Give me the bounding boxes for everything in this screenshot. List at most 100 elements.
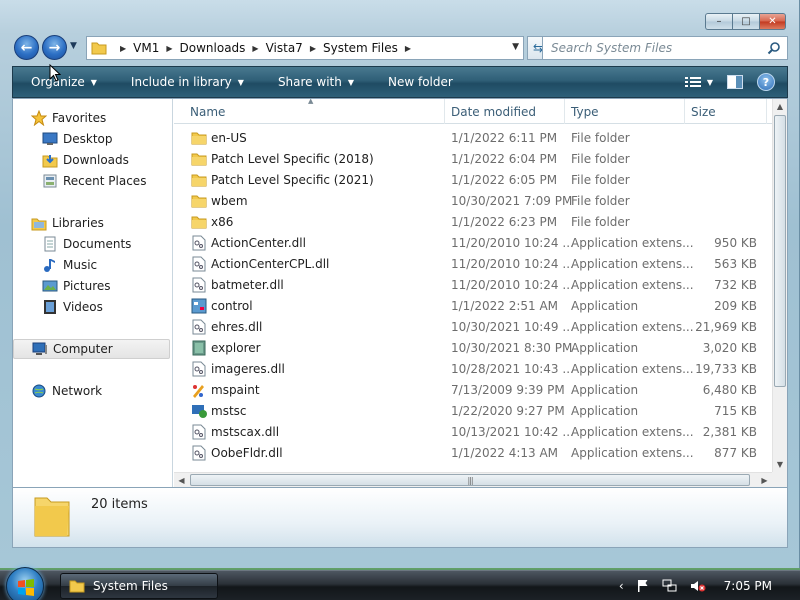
sidebar-item-recent-places[interactable]: Recent Places — [42, 171, 146, 191]
search-input[interactable]: Search System Files — [542, 36, 788, 60]
file-name-cell[interactable]: Patch Level Specific (2021) — [191, 172, 374, 188]
column-header-row: Name ▲ Date modified Type Size — [174, 97, 787, 124]
scroll-down-icon[interactable]: ▼ — [773, 457, 787, 472]
breadcrumb-downloads[interactable]: Downloads ▶ — [180, 41, 266, 55]
share-with-menu[interactable]: Share with ▼ — [260, 67, 370, 97]
clock[interactable]: 7:05 PM — [724, 579, 772, 593]
horizontal-scrollbar[interactable]: ◀ ||| ▶ — [174, 472, 772, 487]
column-header-name[interactable]: Name ▲ — [174, 97, 445, 124]
file-row[interactable]: OobeFldr.dll 1/1/2022 4:13 AM Application … — [174, 442, 772, 463]
include-in-library-menu[interactable]: Include in library ▼ — [113, 67, 260, 97]
file-row[interactable]: ActionCenter.dll 11/20/2010 10:24 ... Appl… — [174, 232, 772, 253]
file-row[interactable]: wbem 10/30/2021 7:09 PM File folder — [174, 190, 772, 211]
search-icon[interactable] — [767, 41, 781, 55]
file-date-cell: 11/20/2010 10:24 ... — [451, 256, 574, 271]
file-name-cell[interactable]: batmeter.dll — [191, 277, 284, 293]
file-row[interactable]: imageres.dll 10/28/2021 10:43 ... Applicat… — [174, 358, 772, 379]
sidebar-item-favorites[interactable]: Favorites — [31, 108, 106, 128]
file-type-cell: Application — [571, 382, 639, 397]
sidebar-item-videos[interactable]: Videos — [42, 297, 103, 317]
content-area: Favorites Desktop Downloads Recent Place… — [12, 97, 788, 488]
file-list: en-US 1/1/2022 6:11 PM File folder Patch Le… — [174, 125, 772, 470]
organize-menu[interactable]: Organize ▼ — [13, 67, 113, 97]
file-name: imageres.dll — [211, 361, 285, 376]
file-name-cell[interactable]: ActionCenterCPL.dll — [191, 256, 329, 272]
sidebar-item-documents[interactable]: Documents — [42, 234, 131, 254]
minimize-button[interactable]: – — [705, 13, 732, 30]
file-row[interactable]: Patch Level Specific (2021) 1/1/2022 6:05… — [174, 169, 772, 190]
horizontal-scroll-thumb[interactable]: ||| — [190, 474, 750, 486]
scroll-right-icon[interactable]: ▶ — [757, 473, 772, 487]
file-name-cell[interactable]: mstsc — [191, 403, 247, 419]
column-header-date[interactable]: Date modified — [445, 99, 565, 124]
start-button[interactable] — [6, 567, 44, 600]
file-row[interactable]: ehres.dll 10/30/2021 10:49 ... Application… — [174, 316, 772, 337]
file-row[interactable]: Patch Level Specific (2018) 1/1/2022 6:04… — [174, 148, 772, 169]
file-size-cell: 732 KB — [714, 277, 757, 292]
preview-pane-icon[interactable] — [727, 75, 743, 89]
network-tray-icon[interactable] — [662, 579, 678, 593]
sidebar-item-pictures[interactable]: Pictures — [42, 276, 111, 296]
downloads-icon — [42, 152, 58, 168]
sidebar-item-network[interactable]: Network — [31, 381, 102, 401]
file-name-cell[interactable]: control — [191, 298, 253, 314]
file-row[interactable]: ActionCenterCPL.dll 11/20/2010 10:24 ... A… — [174, 253, 772, 274]
scroll-up-icon[interactable]: ▲ — [773, 99, 787, 114]
dll-icon — [191, 277, 207, 293]
column-header-size[interactable]: Size — [685, 99, 767, 124]
breadcrumb-vista7[interactable]: Vista7 ▶ — [266, 41, 323, 55]
file-row[interactable]: mstsc 1/22/2020 9:27 PM Application 715 KB — [174, 400, 772, 421]
dll-icon — [191, 445, 207, 461]
breadcrumb-separator-icon[interactable]: ▶ — [120, 44, 126, 53]
show-hidden-icons-icon[interactable]: ‹ — [619, 579, 624, 593]
file-name-cell[interactable]: OobeFldr.dll — [191, 445, 283, 461]
breadcrumb-system-files[interactable]: System Files ▶ — [323, 41, 418, 55]
file-name-cell[interactable]: explorer — [191, 340, 261, 356]
file-name-cell[interactable]: en-US — [191, 130, 247, 146]
column-header-type[interactable]: Type — [565, 99, 685, 124]
action-center-flag-icon[interactable] — [636, 579, 650, 593]
back-button[interactable]: ← — [14, 35, 39, 60]
vertical-scrollbar[interactable]: ▲ ▼ — [772, 99, 787, 472]
forward-button[interactable]: → — [42, 35, 67, 60]
file-name-cell[interactable]: ehres.dll — [191, 319, 262, 335]
file-size-cell: 715 KB — [714, 403, 757, 418]
vertical-scroll-thumb[interactable] — [774, 115, 786, 387]
close-button[interactable]: ✕ — [759, 13, 786, 30]
file-row[interactable]: en-US 1/1/2022 6:11 PM File folder — [174, 127, 772, 148]
file-row[interactable]: mspaint 7/13/2009 9:39 PM Application 6,480… — [174, 379, 772, 400]
maximize-button[interactable]: □ — [732, 13, 759, 30]
help-button[interactable]: ? — [757, 73, 775, 91]
sidebar-item-desktop[interactable]: Desktop — [42, 129, 113, 149]
file-row[interactable]: explorer 10/30/2021 8:30 PM Application 3,0… — [174, 337, 772, 358]
file-name-cell[interactable]: x86 — [191, 214, 233, 230]
dll-icon — [191, 361, 207, 377]
file-name-cell[interactable]: mspaint — [191, 382, 260, 398]
recent-pages-dropdown[interactable]: ▼ — [70, 41, 77, 51]
file-row[interactable]: x86 1/1/2022 6:23 PM File folder — [174, 211, 772, 232]
file-name-cell[interactable]: imageres.dll — [191, 361, 285, 377]
new-folder-button[interactable]: New folder — [370, 67, 469, 97]
sidebar-item-music[interactable]: Music — [42, 255, 97, 275]
file-name-cell[interactable]: wbem — [191, 193, 248, 209]
sidebar-item-computer[interactable]: Computer — [13, 339, 170, 359]
file-name-cell[interactable]: mstscax.dll — [191, 424, 279, 440]
breadcrumb-vm1[interactable]: VM1 ▶ — [133, 41, 179, 55]
caption-buttons: – □ ✕ — [705, 13, 786, 30]
file-row[interactable]: batmeter.dll 11/20/2010 10:24 ... Applicat… — [174, 274, 772, 295]
file-name: x86 — [211, 214, 234, 229]
file-row[interactable]: control 1/1/2022 2:51 AM Application 209 KB — [174, 295, 772, 316]
file-date-cell: 1/22/2020 9:27 PM — [451, 403, 565, 418]
file-name-cell[interactable]: Patch Level Specific (2018) — [191, 151, 374, 167]
address-dropdown-icon[interactable]: ▼ — [512, 42, 519, 52]
address-bar[interactable]: ▶ VM1 ▶ Downloads ▶ Vista7 ▶ System Files ▶ … — [86, 36, 524, 60]
scroll-left-icon[interactable]: ◀ — [174, 473, 189, 487]
sidebar-item-downloads[interactable]: Downloads — [42, 150, 129, 170]
file-row[interactable]: mstscax.dll 10/13/2021 10:42 ... Applicati… — [174, 421, 772, 442]
view-options-icon[interactable]: ▼ — [684, 76, 713, 88]
sidebar-item-libraries[interactable]: Libraries — [31, 213, 104, 233]
file-name-cell[interactable]: ActionCenter.dll — [191, 235, 306, 251]
volume-muted-icon[interactable] — [690, 579, 706, 593]
taskbar-window-system-files[interactable]: System Files — [60, 573, 218, 599]
file-date-cell: 1/1/2022 2:51 AM — [451, 298, 559, 313]
